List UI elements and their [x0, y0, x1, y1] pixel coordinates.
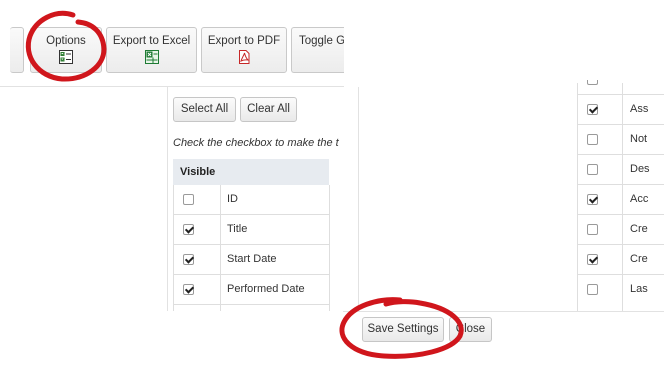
annotation-circle-options	[25, 11, 464, 359]
